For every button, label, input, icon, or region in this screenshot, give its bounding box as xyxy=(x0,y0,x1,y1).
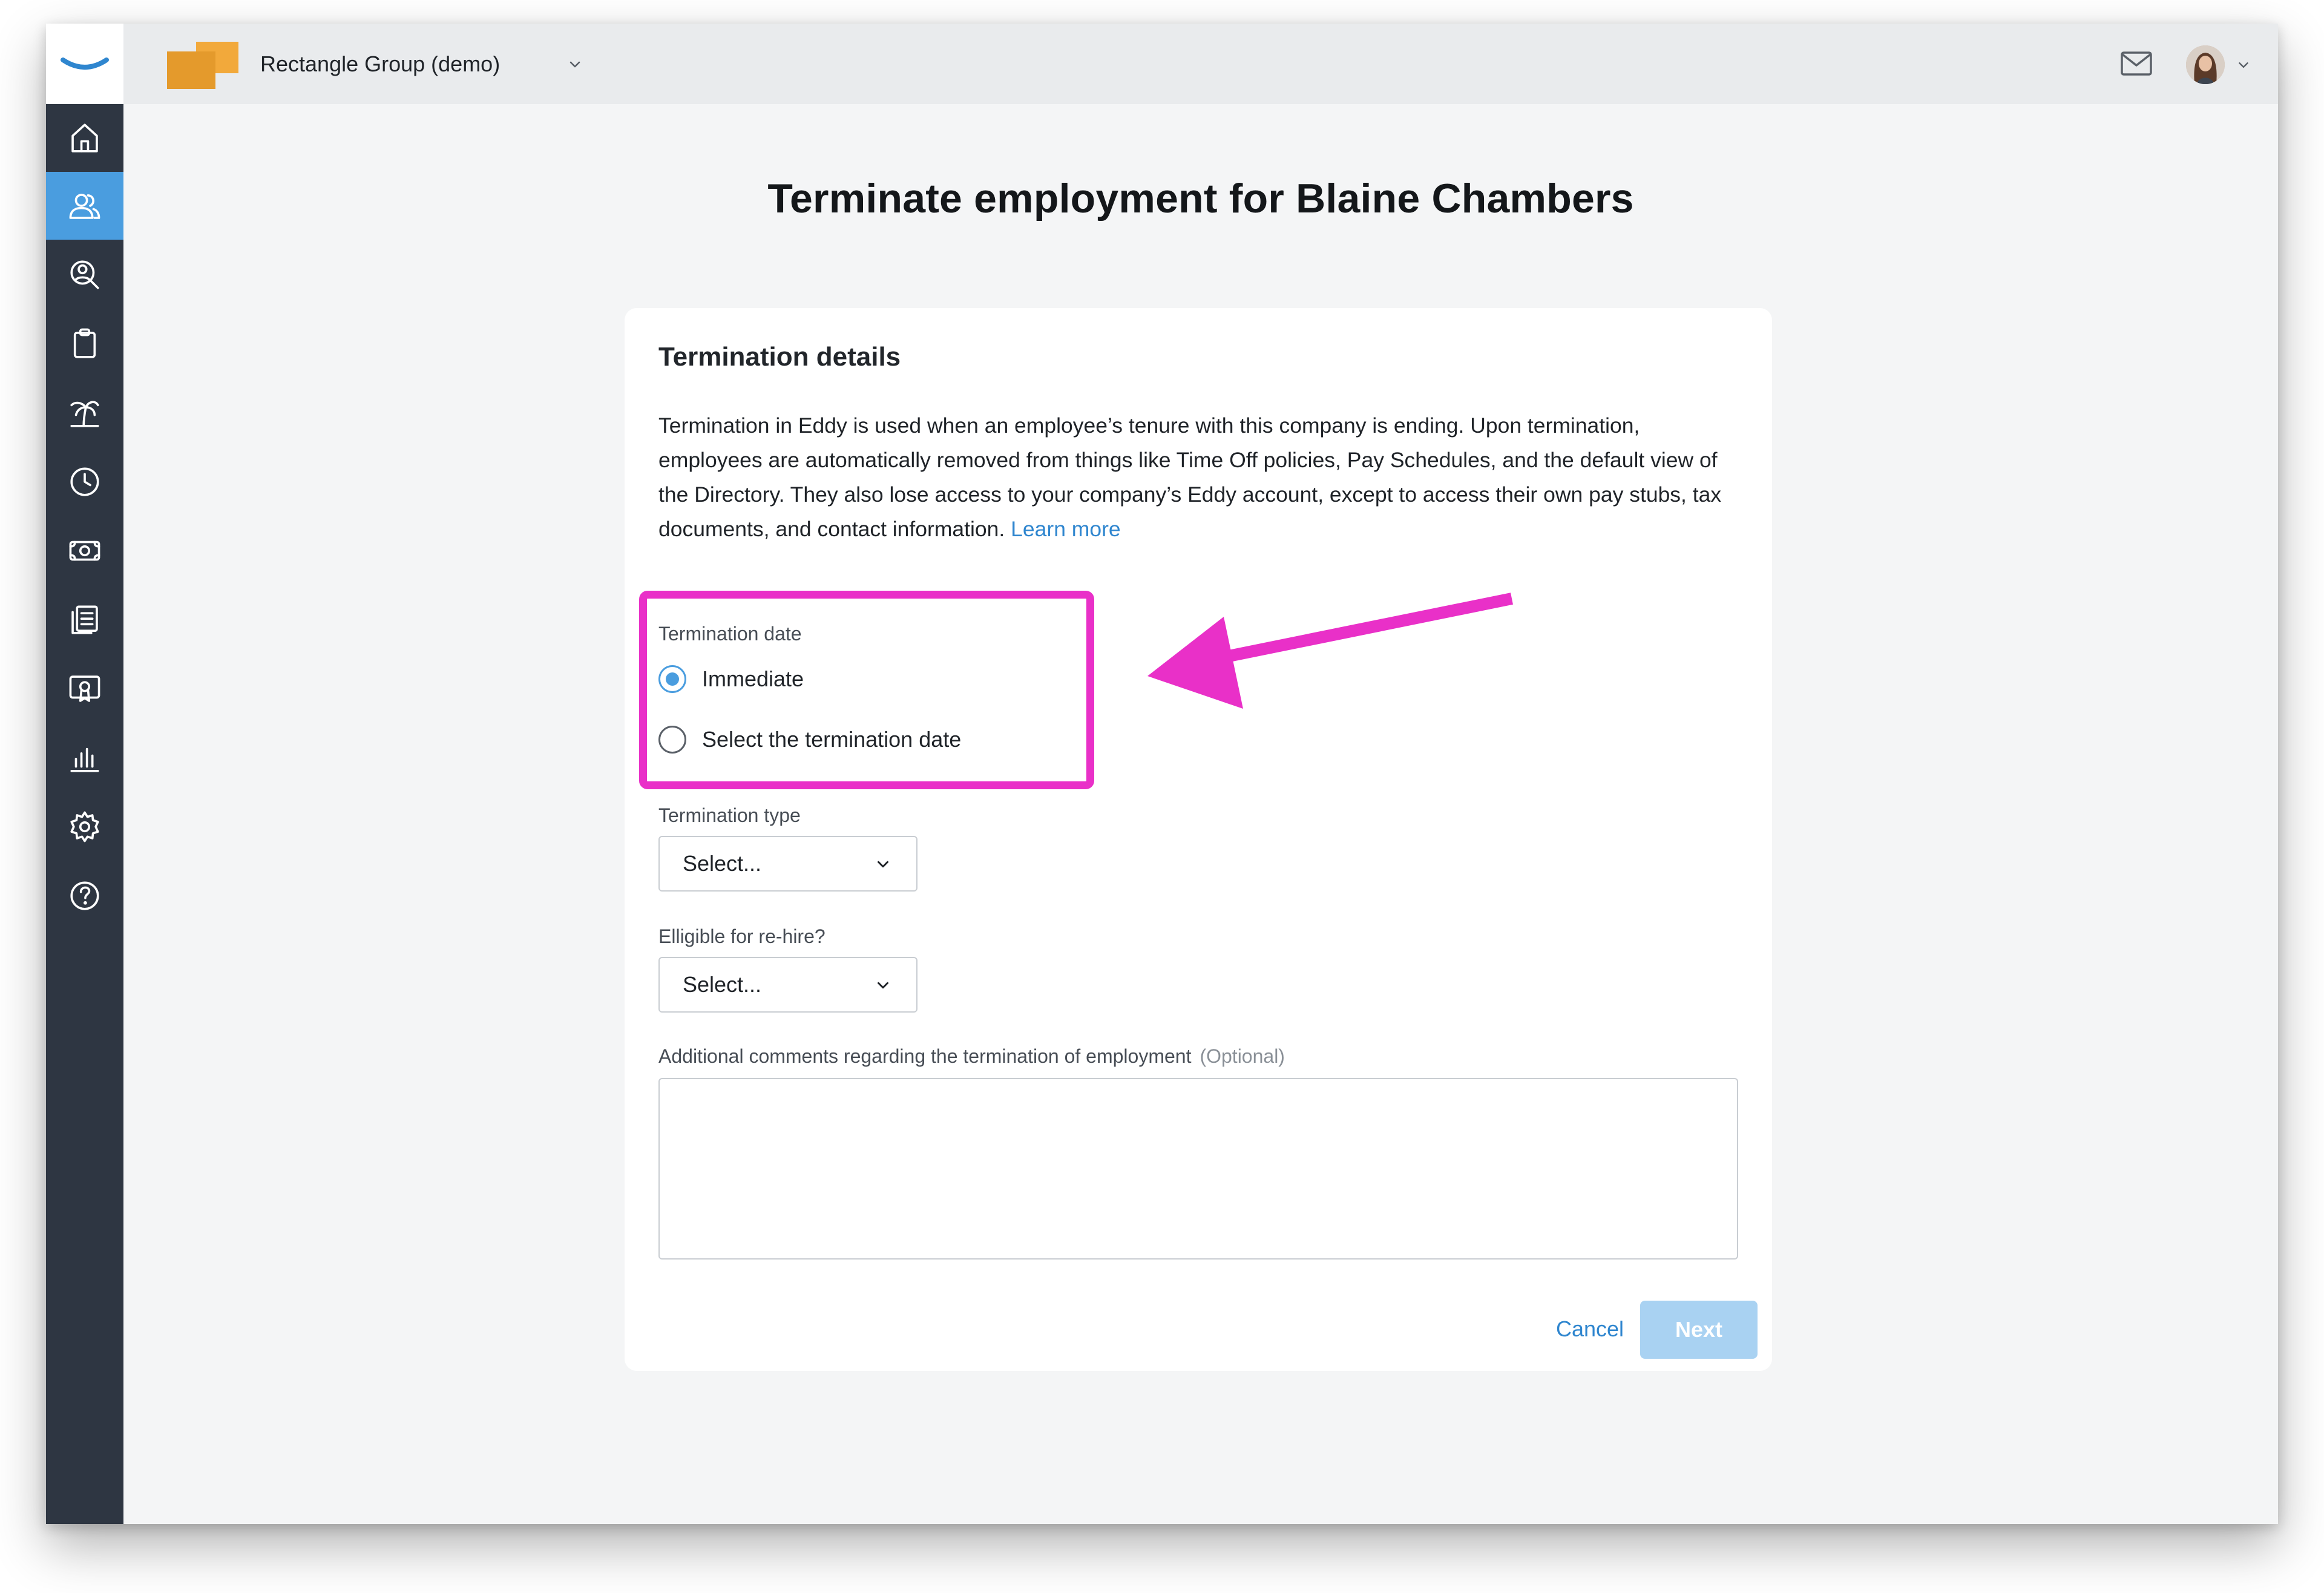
radio-button-unchecked[interactable] xyxy=(658,726,686,754)
clock-icon xyxy=(70,467,99,496)
mail-icon[interactable] xyxy=(2119,49,2153,78)
comments-textarea[interactable] xyxy=(658,1078,1738,1260)
sidebar-item-tasks[interactable] xyxy=(46,310,123,378)
termination-date-label: Termination date xyxy=(658,623,802,645)
description-text: Termination in Eddy is used when an empl… xyxy=(658,413,1722,541)
eddy-smile-icon xyxy=(61,57,109,70)
sidebar-item-payroll[interactable] xyxy=(46,517,123,585)
user-avatar-icon xyxy=(2186,45,2225,84)
termination-card: Termination details Termination in Eddy … xyxy=(625,308,1772,1371)
cancel-button[interactable]: Cancel xyxy=(1532,1301,1647,1358)
chevron-down-icon xyxy=(878,861,888,868)
termination-type-value: Select... xyxy=(683,851,762,876)
description: Termination in Eddy is used when an empl… xyxy=(658,409,1742,547)
help-icon xyxy=(70,881,99,910)
next-button[interactable]: Next xyxy=(1640,1301,1758,1359)
radio-select-date[interactable]: Select the termination date xyxy=(658,726,961,754)
sidebar xyxy=(46,24,123,1524)
termination-type-select[interactable]: Select... xyxy=(658,836,917,892)
termination-type-label: Termination type xyxy=(658,804,801,826)
company-logo xyxy=(167,42,238,89)
page-title: Terminate employment for Blaine Chambers xyxy=(767,176,1634,222)
eddy-logo[interactable] xyxy=(46,24,123,104)
home-icon xyxy=(71,123,98,153)
bar-chart-icon xyxy=(70,747,99,772)
sidebar-item-recruiting[interactable] xyxy=(46,241,123,309)
sidebar-item-certifications[interactable] xyxy=(46,655,123,723)
sidebar-item-help[interactable] xyxy=(46,862,123,930)
rehire-value: Select... xyxy=(683,972,762,997)
section-title: Termination details xyxy=(658,342,901,372)
sidebar-item-home[interactable] xyxy=(46,104,123,172)
optional-tag: (Optional) xyxy=(1200,1045,1285,1067)
learn-more-link[interactable]: Learn more xyxy=(1011,517,1121,541)
top-bar: Rectangle Group (demo) xyxy=(123,24,2278,104)
user-search-icon xyxy=(70,260,99,289)
comments-label-text: Additional comments regarding the termin… xyxy=(658,1045,1192,1067)
radio-immediate-label: Immediate xyxy=(702,666,804,691)
money-icon xyxy=(69,540,100,561)
radio-immediate[interactable]: Immediate xyxy=(658,665,804,693)
clipboard-icon xyxy=(73,328,96,358)
app-window: Rectangle Group (demo) Terminate employm… xyxy=(46,24,2278,1524)
sidebar-item-people[interactable] xyxy=(46,172,123,240)
certificate-icon xyxy=(69,675,100,702)
sidebar-item-documents[interactable] xyxy=(46,586,123,654)
sidebar-item-time-tracking[interactable] xyxy=(46,448,123,516)
sidebar-item-reports[interactable] xyxy=(46,724,123,792)
comments-label: Additional comments regarding the termin… xyxy=(658,1045,1285,1068)
company-name[interactable]: Rectangle Group (demo) xyxy=(260,50,500,78)
documents-icon xyxy=(71,605,98,634)
sidebar-item-time-off[interactable] xyxy=(46,379,123,447)
radio-select-date-label: Select the termination date xyxy=(702,727,962,752)
chevron-down-icon[interactable] xyxy=(565,55,585,74)
avatar[interactable] xyxy=(2186,45,2225,84)
palm-tree-icon xyxy=(70,401,99,427)
chevron-down-icon[interactable] xyxy=(2234,56,2253,74)
sidebar-item-settings[interactable] xyxy=(46,793,123,861)
chevron-down-icon xyxy=(878,982,888,989)
radio-button-checked[interactable] xyxy=(658,665,686,693)
gear-icon xyxy=(70,811,99,842)
people-icon xyxy=(69,194,100,219)
rehire-select[interactable]: Select... xyxy=(658,957,917,1013)
rehire-label: Elligible for re-hire? xyxy=(658,925,826,947)
